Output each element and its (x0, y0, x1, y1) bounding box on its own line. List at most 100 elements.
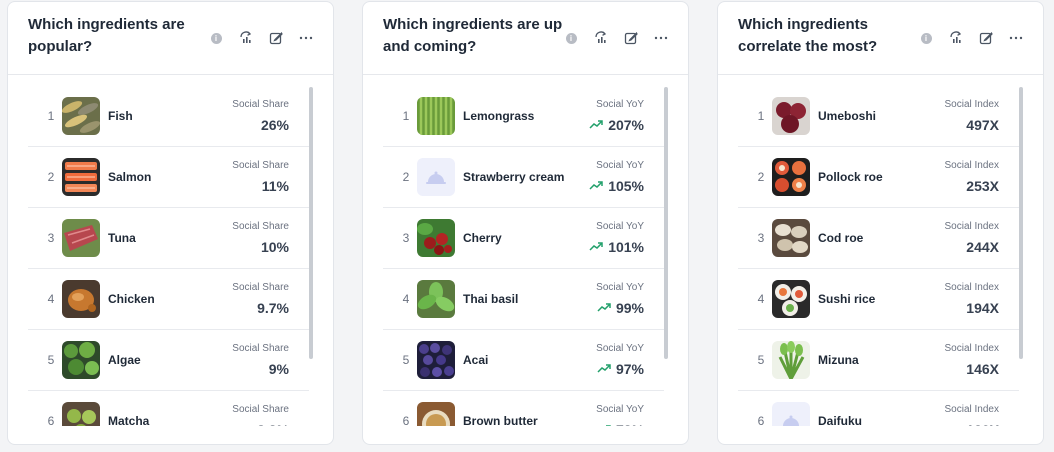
list-item[interactable]: 6 Brown butter Social YoY 78% (383, 391, 664, 426)
panel-title: Which ingredients are popular? (28, 16, 185, 55)
trend-up-icon (589, 117, 603, 133)
info-icon[interactable]: i (562, 29, 580, 47)
metric-value: 120X (966, 422, 999, 426)
panel-card: Which ingredients are up and coming? i 1 (362, 1, 689, 445)
more-icon[interactable] (297, 29, 315, 47)
list-item[interactable]: 1 Umeboshi Social Index 497X (738, 86, 1019, 147)
ingredient-image (772, 280, 810, 318)
rank-number: 6 (402, 414, 410, 426)
ingredient-image (772, 158, 810, 196)
panel-card: Which ingredients are popular? i 1 Fish … (7, 1, 334, 445)
metric-value: 78% (597, 422, 644, 426)
ingredient-name: Acai (463, 353, 489, 367)
rank-number: 4 (757, 292, 765, 306)
list-item[interactable]: 6 Matcha Social Share 8.8% (28, 391, 309, 426)
ingredient-name: Daifuku (818, 414, 863, 426)
ingredient-image (772, 97, 810, 135)
metric-label: Social YoY (596, 282, 644, 293)
metric-label: Social YoY (596, 221, 644, 232)
scrollbar[interactable] (1019, 87, 1023, 359)
metric-value: 105% (589, 178, 644, 194)
metric-label: Social Index (944, 99, 999, 110)
list-item[interactable]: 6 Daifuku Social Index 120X (738, 391, 1019, 426)
panel-title: Which ingredients are up and coming? (383, 16, 563, 55)
metric-value: 97% (597, 361, 644, 377)
ingredient-image (417, 402, 455, 426)
metric-value: 11% (262, 178, 289, 194)
ingredient-image (62, 341, 100, 379)
metric-number: 8.8% (257, 422, 289, 426)
edit-icon[interactable] (267, 29, 285, 47)
list-item[interactable]: 5 Acai Social YoY 97% (383, 330, 664, 391)
metric-label: Social YoY (596, 160, 644, 171)
ingredient-image (417, 158, 455, 196)
metric-value: 26% (261, 117, 289, 133)
metric-number: 253X (966, 178, 999, 194)
metric-number: 97% (615, 361, 644, 377)
ingredient-name: Lemongrass (463, 109, 535, 123)
ingredient-name: Strawberry cream (463, 170, 565, 184)
trend-up-icon (597, 361, 611, 377)
rank-number: 2 (757, 170, 765, 184)
ingredient-name: Pollock roe (818, 170, 883, 184)
rank-number: 1 (47, 109, 55, 123)
info-icon[interactable]: i (207, 29, 225, 47)
chart-icon[interactable] (237, 29, 255, 47)
metric-value: 101% (589, 239, 644, 255)
metric-label: Social Share (232, 221, 289, 232)
ingredient-image (772, 341, 810, 379)
ingredient-name: Thai basil (463, 292, 519, 306)
metric-value: 207% (589, 117, 644, 133)
info-icon[interactable]: i (917, 29, 935, 47)
list-item[interactable]: 3 Tuna Social Share 10% (28, 208, 309, 269)
panel-title: Which ingredients correlate the most? (738, 16, 878, 55)
edit-icon[interactable] (622, 29, 640, 47)
metric-label: Social YoY (596, 343, 644, 354)
metric-value: 146X (966, 361, 999, 377)
rank-number: 6 (757, 414, 765, 426)
ingredient-name: Sushi rice (818, 292, 876, 306)
metric-number: 78% (616, 422, 644, 426)
more-icon[interactable] (652, 29, 670, 47)
list-item[interactable]: 4 Thai basil Social YoY 99% (383, 269, 664, 330)
list-item[interactable]: 4 Chicken Social Share 9.7% (28, 269, 309, 330)
chart-icon[interactable] (947, 29, 965, 47)
list-item[interactable]: 2 Salmon Social Share 11% (28, 147, 309, 208)
ingredient-name: Algae (108, 353, 141, 367)
ingredient-image (62, 219, 100, 257)
metric-number: 11% (261, 178, 289, 194)
metric-value: 9% (269, 361, 289, 377)
metric-number: 244X (966, 239, 999, 255)
list-item[interactable]: 4 Sushi rice Social Index 194X (738, 269, 1019, 330)
metric-value: 8.8% (257, 422, 289, 426)
scrollbar[interactable] (309, 87, 313, 359)
ingredient-image (417, 341, 455, 379)
ingredient-image (417, 219, 455, 257)
rank-number: 3 (47, 231, 55, 245)
list-item[interactable]: 2 Strawberry cream Social YoY 105% (383, 147, 664, 208)
ingredient-name: Cherry (463, 231, 502, 245)
scrollbar[interactable] (664, 87, 668, 359)
list-item[interactable]: 1 Lemongrass Social YoY 207% (383, 86, 664, 147)
metric-label: Social Share (232, 99, 289, 110)
list-item[interactable]: 5 Mizuna Social Index 146X (738, 330, 1019, 391)
list-item[interactable]: 3 Cod roe Social Index 244X (738, 208, 1019, 269)
ingredient-name: Mizuna (818, 353, 859, 367)
chart-icon[interactable] (592, 29, 610, 47)
metric-label: Social Index (944, 221, 999, 232)
ingredient-name: Cod roe (818, 231, 864, 245)
list-item[interactable]: 5 Algae Social Share 9% (28, 330, 309, 391)
more-icon[interactable] (1007, 29, 1025, 47)
rank-number: 4 (47, 292, 55, 306)
metric-label: Social Share (232, 282, 289, 293)
rank-number: 3 (402, 231, 410, 245)
rank-number: 5 (47, 353, 55, 367)
metric-value: 9.7% (257, 300, 289, 316)
list-item[interactable]: 3 Cherry Social YoY 101% (383, 208, 664, 269)
edit-icon[interactable] (977, 29, 995, 47)
rank-number: 1 (757, 109, 765, 123)
ingredient-name: Matcha (108, 414, 150, 426)
metric-value: 194X (966, 300, 999, 316)
list-item[interactable]: 1 Fish Social Share 26% (28, 86, 309, 147)
list-item[interactable]: 2 Pollock roe Social Index 253X (738, 147, 1019, 208)
